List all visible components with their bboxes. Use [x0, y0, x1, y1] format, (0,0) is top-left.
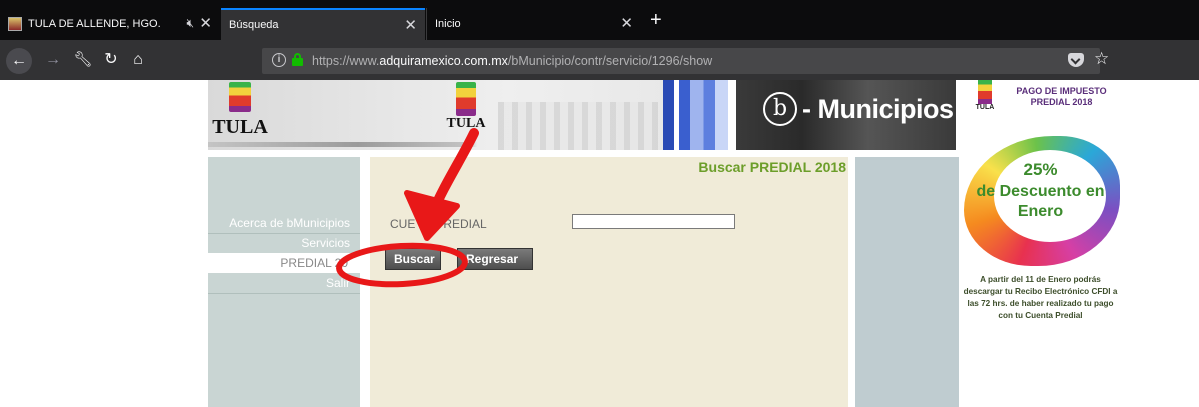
search-button[interactable]: Buscar [385, 248, 441, 270]
tab-inicio[interactable]: Inicio ✕ [426, 8, 641, 40]
sidebar-item-predial[interactable]: PREDIAL 20 [208, 253, 360, 273]
forward-button[interactable]: → [42, 50, 64, 70]
close-icon[interactable]: ✕ [199, 15, 212, 33]
reload-button[interactable]: ↻ [100, 50, 122, 70]
tab-title: Inicio [435, 18, 461, 30]
search-panel: Buscar PREDIAL 2018 CUE PREDIAL Buscar R… [370, 157, 848, 407]
sidebar-item-salir[interactable]: Salir [208, 273, 360, 293]
url-domain: adquiramexico.com.mx [379, 54, 508, 68]
url-text[interactable]: https://www.adquiramexico.com.mx/bMunici… [312, 54, 712, 68]
site-header: TULA TULA b - Municipios [208, 80, 956, 150]
browser-nav-bar: ← → 🔧︎ ↻ ⌂ i https://www.adquiramexico.c… [0, 40, 1199, 80]
banner-title: - Municipios [802, 94, 954, 124]
promo-discount: de Descuento en Enero [976, 183, 1105, 220]
sidebar-item-servicios[interactable]: Servicios [208, 233, 360, 253]
promo-footer: A partir del 11 de Enero podrás descarga… [963, 275, 1118, 320]
menu-divider [208, 293, 360, 294]
screenshot-root: TULA DE ALLENDE, HGO. 🔇︎ ✕ Búsqueda ✕ In… [0, 0, 1199, 407]
tula-logo-promo: TULA [972, 80, 998, 111]
tula-emblem-icon [978, 80, 992, 104]
tula-emblem-icon [229, 82, 251, 112]
cuenta-predial-label: CUE PREDIAL [390, 217, 487, 231]
url-path: /bMunicipio/contr/servicio/1296/show [507, 54, 713, 68]
cuenta-predial-input[interactable] [572, 214, 735, 229]
right-column [855, 157, 959, 407]
logo-name: TULA [975, 104, 995, 111]
logo-name: TULA [446, 116, 486, 131]
tula-logo-left: TULA [210, 82, 270, 139]
browser-tab-bar: TULA DE ALLENDE, HGO. 🔇︎ ✕ Búsqueda ✕ In… [0, 0, 1199, 40]
tab-busqueda[interactable]: Búsqueda ✕ [221, 8, 425, 40]
web-page: TULA TULA b - Municipios Acerca de bMuni… [0, 80, 1199, 407]
tula-emblem-icon [456, 82, 476, 116]
tab-title: Búsqueda [229, 19, 279, 31]
tab-tula-de-allende[interactable]: TULA DE ALLENDE, HGO. 🔇︎ ✕ [0, 8, 220, 40]
back-button[interactable]: ← [6, 48, 32, 74]
url-prefix: https://www. [312, 54, 380, 68]
tab-spacer [641, 8, 647, 40]
wrench-icon[interactable]: 🔧︎ [72, 50, 94, 70]
tab-title: TULA DE ALLENDE, HGO. [28, 18, 161, 30]
close-icon[interactable]: ✕ [404, 17, 417, 35]
page-title: Buscar PREDIAL 2018 [698, 159, 846, 175]
mute-icon[interactable]: 🔇︎ [186, 16, 194, 31]
sidebar-item-label: Servicios [301, 236, 350, 250]
sidebar-item-label: PREDIAL 20 [280, 256, 348, 270]
url-bar[interactable]: i https://www.adquiramexico.com.mx/bMuni… [262, 48, 1100, 74]
promo-heading: PAGO DE IMPUESTO PREDIAL 2018 [1016, 86, 1107, 107]
lock-icon [292, 53, 303, 66]
bookmark-star-icon[interactable]: ☆ [1094, 49, 1109, 69]
sidebar-item-acerca[interactable]: Acerca de bMunicipios [208, 213, 360, 233]
info-icon[interactable]: i [272, 53, 286, 67]
tula-favicon-icon [8, 17, 22, 31]
back-page-button[interactable]: Regresar [457, 248, 533, 270]
close-icon[interactable]: ✕ [620, 15, 633, 33]
tula-logo-center: TULA [438, 82, 494, 132]
sidebar-item-label: Acerca de bMunicipios [229, 216, 350, 230]
sidebar-item-label: Salir [325, 276, 350, 290]
bmunicipios-logo-icon: b [763, 92, 797, 126]
promo-banner: TULA PAGO DE IMPUESTO PREDIAL 2018 25% d… [960, 80, 1121, 330]
sidebar-menu: Acerca de bMunicipios Servicios PREDIAL … [208, 157, 360, 407]
home-button[interactable]: ⌂ [127, 50, 149, 70]
promo-percent: 25% [1023, 160, 1058, 179]
logo-name: TULA [212, 116, 268, 138]
header-underline [208, 142, 956, 147]
new-tab-button[interactable]: + [650, 10, 662, 30]
